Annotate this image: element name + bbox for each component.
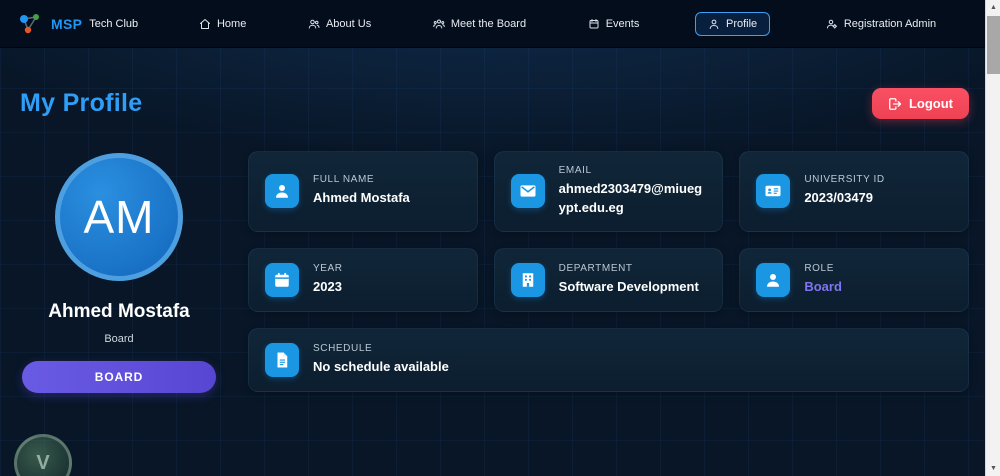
nav-items: Home About Us Meet the Board Events Prof… bbox=[168, 11, 967, 36]
nav-item-label: Events bbox=[605, 17, 640, 30]
content-area: My Profile Logout AM Ahmed Mostafa Board… bbox=[0, 48, 985, 476]
registration-admin-icon bbox=[826, 19, 837, 29]
home-icon bbox=[199, 18, 210, 29]
card-label: SCHEDULE bbox=[313, 342, 373, 354]
navbar: MSP Tech Club Home About Us Meet the Boa… bbox=[0, 0, 985, 48]
id-card-icon bbox=[756, 174, 791, 209]
card-value: 2023 bbox=[313, 278, 342, 294]
card-label: YEAR bbox=[313, 262, 343, 274]
scroll-thumb[interactable] bbox=[987, 16, 1000, 74]
card-label: UNIVERSITY ID bbox=[804, 174, 885, 186]
scroll-down-button[interactable]: ▼ bbox=[986, 461, 1000, 476]
info-card-department: DEPARTMENT Software Development bbox=[493, 247, 724, 312]
card-value: Software Development bbox=[558, 278, 699, 294]
board-badge-button[interactable]: BOARD bbox=[22, 361, 216, 393]
building-icon bbox=[510, 262, 545, 297]
card-label: FULL NAME bbox=[313, 174, 375, 186]
nav-item-registration-admin[interactable]: Registration Admin bbox=[820, 13, 942, 35]
events-icon bbox=[589, 18, 599, 28]
profile-avatar: AM bbox=[55, 153, 183, 281]
profile-page: MSP Tech Club Home About Us Meet the Boa… bbox=[0, 0, 1000, 476]
user-icon bbox=[756, 262, 791, 297]
nav-item-profile[interactable]: Profile bbox=[695, 11, 771, 36]
nav-item-label: Meet the Board bbox=[450, 17, 527, 30]
info-card-full-name: FULL NAME Ahmed Mostafa bbox=[248, 151, 478, 232]
nav-item-home[interactable]: Home bbox=[193, 13, 252, 35]
scrollbar[interactable]: ▲ ▼ bbox=[985, 0, 1000, 476]
profile-name: Ahmed Mostafa bbox=[48, 301, 190, 322]
mail-icon bbox=[510, 174, 545, 209]
brand-suffix: Tech Club bbox=[89, 17, 139, 30]
page-title: My Profile bbox=[20, 89, 143, 117]
card-label: EMAIL bbox=[558, 165, 592, 176]
schedule-file-icon bbox=[265, 342, 299, 377]
info-card-role: ROLE Board bbox=[739, 247, 969, 312]
brand[interactable]: MSP Tech Club bbox=[18, 11, 138, 37]
card-label: ROLE bbox=[804, 262, 834, 274]
info-card-schedule: SCHEDULE No schedule available bbox=[248, 327, 969, 392]
profile-summary: AM Ahmed Mostafa Board BOARD bbox=[22, 151, 216, 393]
card-value: Ahmed Mostafa bbox=[313, 190, 410, 206]
card-value: 2023/03479 bbox=[804, 190, 874, 206]
info-card-university-id: UNIVERSITY ID 2023/03479 bbox=[739, 151, 969, 232]
profile-role-text: Board bbox=[104, 333, 134, 345]
info-cards-grid: FULL NAME Ahmed Mostafa EMAIL ahmed23034… bbox=[248, 151, 969, 393]
scroll-up-button[interactable]: ▲ bbox=[986, 0, 1000, 15]
page-header: My Profile Logout bbox=[0, 48, 985, 119]
main-layout: AM Ahmed Mostafa Board BOARD FULL NAME A… bbox=[0, 119, 985, 393]
nav-item-about-us[interactable]: About Us bbox=[302, 13, 377, 35]
card-label: DEPARTMENT bbox=[558, 262, 633, 274]
profile-icon bbox=[709, 19, 719, 29]
msp-logo-icon bbox=[20, 13, 39, 33]
card-value: No schedule available bbox=[313, 358, 449, 374]
nav-item-label: Home bbox=[216, 17, 247, 30]
nav-item-label: Registration Admin bbox=[843, 17, 937, 30]
logout-label: Logout bbox=[908, 96, 953, 111]
brand-name: MSP bbox=[51, 15, 83, 32]
user-icon bbox=[265, 174, 299, 209]
nav-item-events[interactable]: Events bbox=[582, 13, 646, 35]
meet-board-icon bbox=[433, 19, 445, 28]
logout-button[interactable]: Logout bbox=[871, 88, 969, 119]
info-card-year: YEAR 2023 bbox=[248, 247, 478, 312]
nav-item-label: Profile bbox=[726, 17, 758, 30]
logout-icon bbox=[889, 97, 902, 110]
card-value: ahmed2303479@miuegypt.edu.eg bbox=[558, 181, 703, 215]
info-card-email: EMAIL ahmed2303479@miuegypt.edu.eg bbox=[493, 151, 724, 232]
about-us-icon bbox=[308, 19, 320, 28]
nav-item-meet-the-board[interactable]: Meet the Board bbox=[427, 13, 532, 35]
card-value: Board bbox=[804, 278, 842, 294]
calendar-icon bbox=[265, 262, 299, 297]
avatar-initials: AM bbox=[83, 191, 155, 243]
nav-item-label: About Us bbox=[325, 17, 372, 30]
